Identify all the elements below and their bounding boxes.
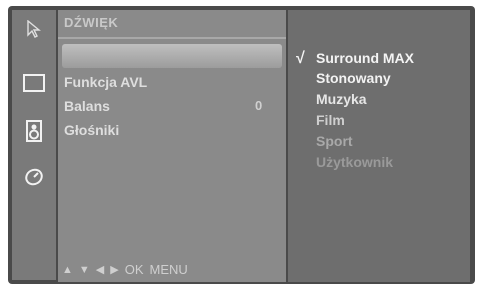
checkmark-icon: √ [296, 50, 305, 67]
right-arrow-icon: ▶ [110, 264, 119, 276]
down-arrow-icon: ▼ [78, 264, 90, 276]
menu-title: DŹWIĘK [64, 15, 119, 30]
menu-item-avl[interactable]: Funkcja AVL [64, 72, 147, 92]
menu-item-balance[interactable]: Balans [64, 96, 110, 116]
menu-item-speakers[interactable]: Głośniki [64, 120, 119, 140]
submenu-item-sport[interactable]: Sport [316, 131, 353, 151]
cursor-icon[interactable] [23, 18, 45, 40]
menu-icon-bar [12, 10, 56, 280]
menu-footer-hints: ▲ ▼ ◀ ▶ OK MENU [62, 260, 282, 280]
submenu-item-film[interactable]: Film [316, 110, 345, 130]
sound-mode-submenu: √ Surround MAX Stonowany Muzyka Film Spo… [288, 10, 470, 282]
menu-hint: MENU [149, 262, 188, 277]
submenu-item-surround-max[interactable]: Surround MAX [316, 48, 414, 68]
ok-hint: OK [124, 262, 144, 277]
submenu-item-muzyka[interactable]: Muzyka [316, 89, 367, 109]
picture-icon[interactable] [23, 72, 45, 94]
clock-icon[interactable] [23, 166, 45, 188]
submenu-item-uzytkownik[interactable]: Użytkownik [316, 152, 393, 172]
up-arrow-icon: ▲ [62, 264, 73, 276]
balance-value: 0 [255, 98, 263, 113]
submenu-item-stonowany[interactable]: Stonowany [316, 68, 391, 88]
speaker-icon[interactable] [23, 120, 45, 142]
left-arrow-icon: ◀ [95, 264, 105, 276]
menu-selection-highlight[interactable] [62, 44, 282, 68]
menu-divider [58, 37, 286, 39]
sound-menu-panel: DŹWIĘK Funkcja AVL Balans 0 Głośniki ▲ ▼… [58, 10, 286, 282]
